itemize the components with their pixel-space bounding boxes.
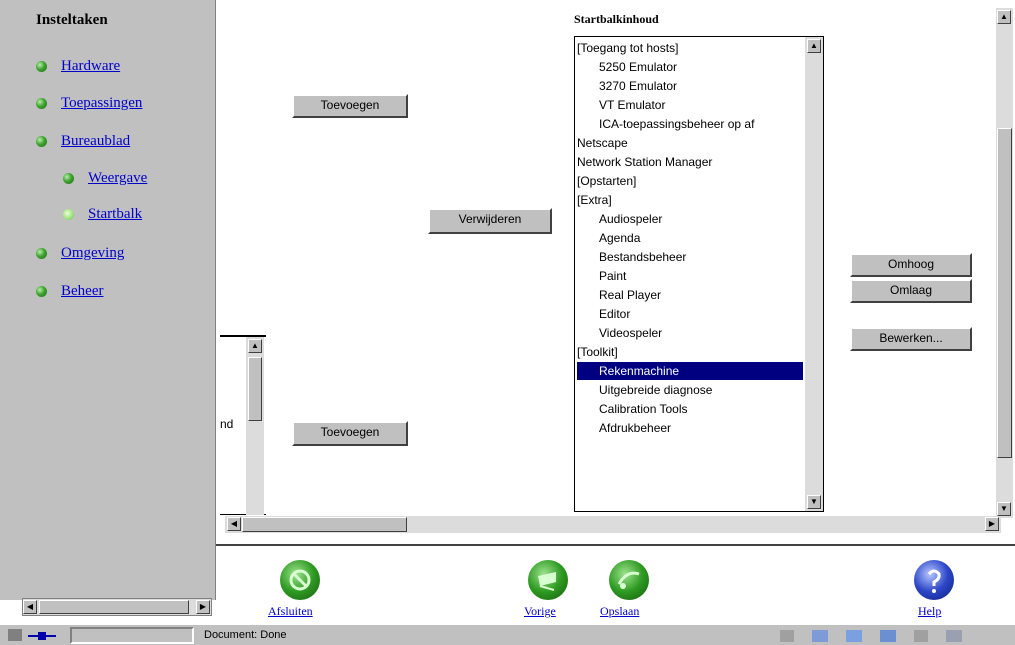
nav-horizontal-scrollbar[interactable]: ◀ ▶ (22, 598, 212, 616)
edit-pencil-icon[interactable] (946, 630, 962, 642)
startbar-content-heading: Startbalkinhoud (574, 12, 659, 26)
list-item[interactable]: Editor (599, 305, 630, 323)
edit-button[interactable]: Bewerken... (850, 327, 972, 351)
help-link[interactable]: Help (918, 604, 941, 619)
exit-icon[interactable] (280, 560, 320, 600)
nav-link-label[interactable]: Omgeving (61, 245, 124, 262)
list-item[interactable]: Videospeler (599, 324, 662, 342)
list-item[interactable]: Network Station Manager (577, 153, 712, 171)
progress-field (70, 627, 194, 644)
scroll-thumb[interactable] (248, 357, 262, 421)
bullet-icon (36, 136, 47, 147)
scroll-up-icon[interactable]: ▲ (248, 339, 262, 353)
bullet-icon (36, 248, 47, 259)
bottom-toolbar: Afsluiten Vorige Opslaan Help (216, 544, 1015, 624)
scroll-up-icon[interactable]: ▲ (807, 39, 821, 53)
composer-icon[interactable] (880, 630, 896, 642)
list-item[interactable]: 3270 Emulator (599, 77, 677, 95)
remove-button[interactable]: Verwijderen (428, 208, 552, 234)
discussion-icon[interactable] (846, 630, 862, 642)
nav-item-omgeving[interactable]: Omgeving (36, 245, 124, 262)
scroll-left-icon[interactable]: ◀ (23, 600, 37, 614)
nav-link-label[interactable]: Weergave (88, 170, 147, 187)
move-up-button[interactable]: Omhoog (850, 253, 972, 277)
scroll-right-icon[interactable]: ▶ (196, 600, 210, 614)
scroll-thumb[interactable] (242, 517, 407, 532)
save-icon[interactable] (609, 560, 649, 600)
startbar-content-list[interactable]: [Toegang tot hosts] 5250 Emulator 3270 E… (574, 36, 824, 512)
security-lock-icon[interactable] (8, 629, 22, 641)
status-text: Document: Done (204, 629, 287, 641)
list-item[interactable]: [Toegang tot hosts] (577, 39, 678, 57)
bullet-icon (63, 173, 74, 184)
nav-link-label[interactable]: Hardware (61, 58, 120, 75)
main-horizontal-scrollbar[interactable]: ◀ ▶ (225, 516, 1001, 533)
nav-link-label[interactable]: Startbalk (88, 206, 142, 223)
list-vertical-scrollbar[interactable]: ▲ ▼ (805, 37, 823, 511)
list-vertical-scrollbar[interactable]: ▲ (246, 337, 264, 515)
nav-item-startbalk[interactable]: Startbalk (63, 206, 142, 223)
move-down-button[interactable]: Omlaag (850, 279, 972, 303)
previous-link[interactable]: Vorige (524, 604, 556, 619)
status-bar: Document: Done (0, 624, 1015, 645)
scroll-up-icon[interactable]: ▲ (997, 10, 1011, 24)
list-item[interactable]: Calibration Tools (599, 400, 688, 418)
bullet-icon (36, 98, 47, 109)
help-icon[interactable] (914, 560, 954, 600)
list-item[interactable]: VT Emulator (599, 96, 665, 114)
address-book-icon[interactable] (914, 630, 928, 642)
bullet-icon (36, 61, 47, 72)
add-button-bottom[interactable]: Toevoegen (292, 421, 408, 446)
save-link[interactable]: Opslaan (600, 604, 639, 619)
list-item[interactable]: [Extra] (577, 191, 612, 209)
nav-item-weergave[interactable]: Weergave (63, 170, 147, 187)
list-item[interactable]: [Toolkit] (577, 343, 618, 361)
nav-link-label[interactable]: Toepassingen (61, 95, 142, 112)
scroll-left-icon[interactable]: ◀ (227, 517, 241, 531)
list-item[interactable]: Afdrukbeheer (599, 419, 671, 437)
settings-nav-panel: Insteltaken Hardware Toepassingen Bureau… (0, 0, 216, 616)
list-item-fragment[interactable]: nd (220, 417, 233, 431)
list-item[interactable]: Paint (599, 267, 626, 285)
scroll-down-icon[interactable]: ▼ (807, 495, 821, 509)
scroll-down-icon[interactable]: ▼ (997, 502, 1011, 516)
list-item[interactable]: Netscape (577, 134, 628, 152)
exit-link[interactable]: Afsluiten (268, 604, 313, 619)
navigator-icon[interactable] (780, 630, 794, 642)
list-item[interactable]: ICA-toepassingsbeheer op af (599, 115, 754, 133)
nav-link-label[interactable]: Beheer (61, 283, 103, 300)
mail-icon[interactable] (812, 630, 828, 642)
list-item[interactable]: Bestandsbeheer (599, 248, 686, 266)
list-item-selected[interactable]: Rekenmachine (577, 362, 803, 380)
list-item[interactable]: Audiospeler (599, 210, 662, 228)
nav-item-hardware[interactable]: Hardware (36, 58, 120, 75)
list-item[interactable]: 5250 Emulator (599, 58, 677, 76)
nav-item-toepassingen[interactable]: Toepassingen (36, 95, 142, 112)
bullet-active-icon (63, 209, 74, 220)
component-bar (780, 628, 1010, 644)
main-vertical-scrollbar[interactable]: ▲ ▼ (996, 8, 1013, 518)
list-item[interactable]: Uitgebreide diagnose (599, 381, 712, 399)
nav-item-bureaublad[interactable]: Bureaublad (36, 133, 130, 150)
bullet-icon (36, 286, 47, 297)
list-item[interactable]: [Opstarten] (577, 172, 636, 190)
nav-title: Insteltaken (36, 12, 108, 28)
previous-icon[interactable] (528, 560, 568, 600)
connection-icon (28, 630, 56, 640)
nav-link-label[interactable]: Bureaublad (61, 133, 130, 150)
list-item[interactable]: Real Player (599, 286, 661, 304)
nav-item-beheer[interactable]: Beheer (36, 283, 103, 300)
list-item[interactable]: Agenda (599, 229, 640, 247)
scroll-thumb[interactable] (997, 128, 1012, 458)
scroll-thumb[interactable] (39, 600, 189, 614)
scroll-right-icon[interactable]: ▶ (985, 517, 999, 531)
add-button-top[interactable]: Toevoegen (292, 94, 408, 118)
available-items-list[interactable]: nd ▲ (220, 335, 266, 515)
